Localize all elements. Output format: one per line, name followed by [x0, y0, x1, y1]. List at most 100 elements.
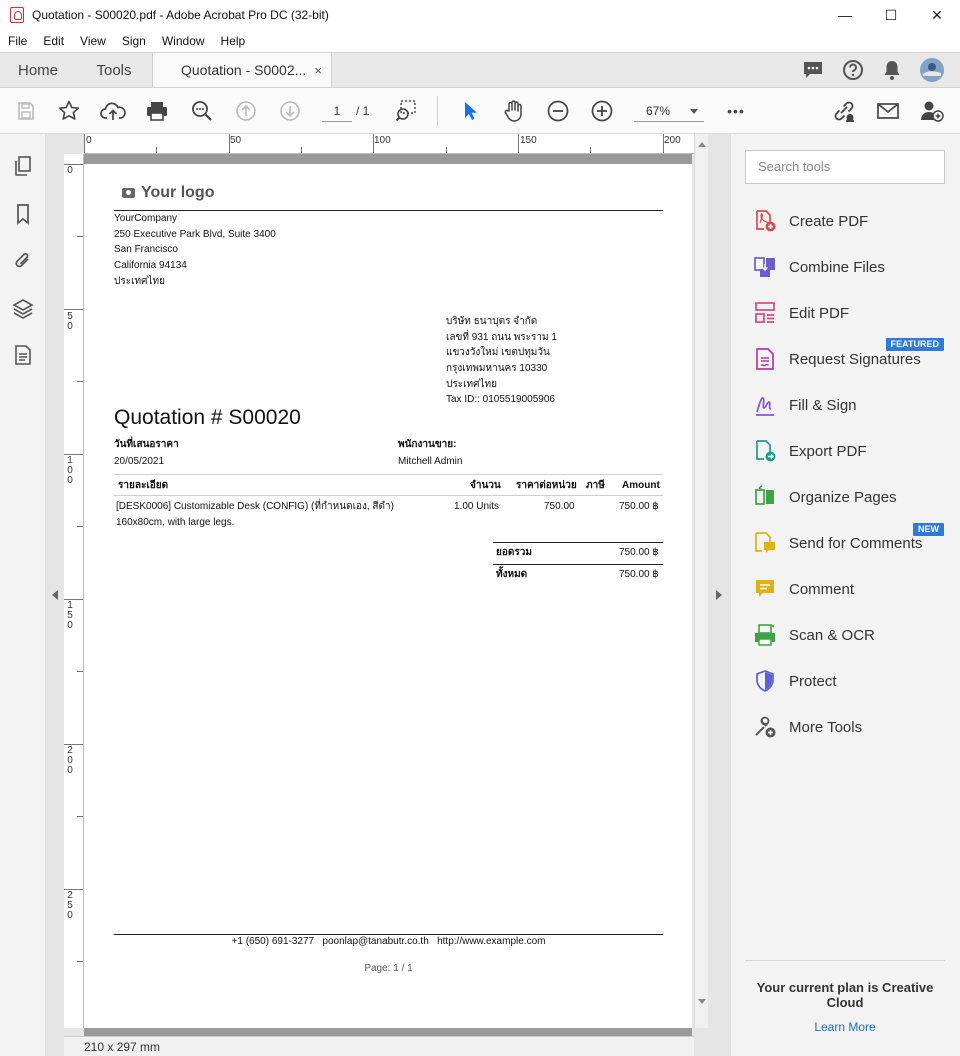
- close-tab-button[interactable]: ×: [314, 63, 322, 78]
- page-number-input[interactable]: 1: [322, 100, 352, 122]
- menu-help[interactable]: Help: [213, 34, 254, 48]
- tool-comment[interactable]: Comment: [753, 574, 854, 604]
- tool-fill-sign[interactable]: Fill & Sign: [753, 390, 857, 420]
- vertical-scrollbar[interactable]: [694, 134, 708, 1028]
- ruler-label: 150: [67, 600, 73, 631]
- create-pdf-icon: [753, 209, 777, 233]
- column-header-description: รายละเอียด: [118, 480, 169, 491]
- zoom-in-icon[interactable]: [588, 97, 616, 125]
- camera-icon: [122, 188, 135, 198]
- zoom-out-icon[interactable]: [544, 97, 572, 125]
- save-icon[interactable]: [12, 97, 40, 125]
- line-amount: 750.00 ฿: [619, 501, 659, 512]
- menu-sign[interactable]: Sign: [114, 34, 154, 48]
- ruler-label: 0: [67, 165, 73, 176]
- menu-file[interactable]: File: [0, 34, 35, 48]
- date-value: 20/05/2021: [114, 456, 165, 467]
- subtotal-top-border: [493, 542, 663, 543]
- acrobat-app-icon: [10, 7, 24, 23]
- help-icon[interactable]: [842, 59, 864, 81]
- customer-line: เลขที่ 931 ถนน พระราม 1: [446, 332, 557, 343]
- tool-label: More Tools: [789, 718, 863, 736]
- document-viewport[interactable]: 0 50 100 150 200 0 50 100 150 200 250 Yo…: [46, 134, 730, 1056]
- company-line: YourCompany: [114, 213, 178, 224]
- tool-label: Request Signatures: [789, 350, 921, 368]
- learn-more-link[interactable]: Learn More: [745, 1020, 945, 1034]
- close-window-button[interactable]: ✕: [914, 0, 960, 30]
- ruler-label: 100: [374, 135, 391, 146]
- combine-files-icon: [753, 255, 777, 279]
- page-size-label: 210 x 297 mm: [84, 1040, 161, 1054]
- print-icon[interactable]: [143, 97, 171, 125]
- comments-icon[interactable]: [802, 60, 824, 80]
- scroll-up-arrow-icon[interactable]: [698, 142, 706, 147]
- layers-icon[interactable]: [11, 296, 35, 320]
- horizontal-ruler: 0 50 100 150 200: [84, 134, 694, 154]
- subtotal-label: ยอดรวม: [496, 547, 532, 558]
- page-gutter-bottom: [84, 1028, 692, 1036]
- tool-protect[interactable]: Protect: [753, 666, 837, 696]
- marquee-zoom-icon[interactable]: [392, 97, 420, 125]
- minimize-button[interactable]: —: [822, 0, 868, 30]
- email-icon[interactable]: [874, 97, 902, 125]
- tool-label: Protect: [789, 672, 837, 690]
- add-user-icon[interactable]: [918, 97, 946, 125]
- more-tools-icon: [753, 715, 777, 739]
- quotation-title: Quotation # S00020: [114, 406, 301, 429]
- zoom-level-select[interactable]: 67%: [634, 100, 704, 122]
- tool-send-for-comments[interactable]: Send for Comments: [753, 528, 922, 558]
- expand-right-panel-icon[interactable]: [716, 590, 722, 600]
- tool-label: Fill & Sign: [789, 396, 857, 414]
- comment-icon: [753, 577, 777, 601]
- window-controls: — ☐ ✕: [822, 0, 960, 30]
- attachments-paperclip-icon[interactable]: [11, 248, 35, 272]
- header-divider: [114, 210, 663, 211]
- select-cursor-icon[interactable]: [456, 97, 484, 125]
- tool-label: Create PDF: [789, 212, 869, 230]
- search-tools-input[interactable]: Search tools: [745, 150, 945, 184]
- ruler-label: 100: [67, 455, 73, 486]
- next-page-icon[interactable]: [276, 97, 304, 125]
- tool-create-pdf[interactable]: Create PDF: [753, 206, 868, 236]
- document-properties-icon[interactable]: [11, 343, 35, 367]
- maximize-button[interactable]: ☐: [868, 0, 914, 30]
- share-link-icon[interactable]: [830, 97, 858, 125]
- collapse-left-panel-icon[interactable]: [52, 590, 58, 600]
- page-number: Page: 1 / 1: [364, 963, 413, 974]
- tool-scan-ocr[interactable]: Scan & OCR: [753, 620, 875, 650]
- scroll-down-arrow-icon[interactable]: [698, 999, 706, 1004]
- customer-line: แขวงวังใหม่ เขตปทุมวัน: [446, 347, 550, 358]
- previous-page-icon[interactable]: [232, 97, 260, 125]
- tool-export-pdf[interactable]: Export PDF: [753, 436, 867, 466]
- page-gutter-top: [84, 154, 692, 164]
- tool-edit-pdf[interactable]: Edit PDF: [753, 298, 849, 328]
- fill-sign-icon: [753, 393, 777, 417]
- company-line: California 94134: [114, 260, 187, 271]
- zoom-search-icon[interactable]: [188, 97, 216, 125]
- user-avatar[interactable]: [920, 58, 944, 82]
- table-top-border: [114, 474, 663, 475]
- tool-organize-pages[interactable]: Organize Pages: [753, 482, 897, 512]
- tool-combine-files[interactable]: Combine Files: [753, 252, 885, 282]
- ruler-label: 50: [230, 135, 242, 146]
- more-options-icon[interactable]: •••: [722, 97, 750, 125]
- new-badge: NEW: [913, 523, 944, 536]
- tool-more-tools[interactable]: More Tools: [753, 712, 862, 742]
- hand-tool-icon[interactable]: [500, 97, 528, 125]
- bookmark-star-icon[interactable]: [55, 97, 83, 125]
- tab-document[interactable]: Quotation - S0002... ×: [152, 53, 332, 87]
- ruler-label: 150: [520, 135, 537, 146]
- subtotal-value: 750.00 ฿: [619, 547, 659, 558]
- upload-cloud-icon[interactable]: [99, 97, 127, 125]
- menu-edit[interactable]: Edit: [35, 34, 72, 48]
- tab-home[interactable]: Home: [0, 53, 76, 87]
- menu-view[interactable]: View: [72, 34, 114, 48]
- ruler-label: 200: [664, 135, 681, 146]
- ruler-label: 250: [67, 890, 73, 921]
- bookmarks-icon[interactable]: [11, 202, 35, 226]
- page-thumbnails-icon[interactable]: [11, 154, 35, 178]
- notifications-bell-icon[interactable]: [882, 59, 902, 81]
- column-header-quantity: จำนวน: [470, 480, 501, 491]
- menu-window[interactable]: Window: [154, 34, 213, 48]
- tab-tools[interactable]: Tools: [76, 53, 152, 87]
